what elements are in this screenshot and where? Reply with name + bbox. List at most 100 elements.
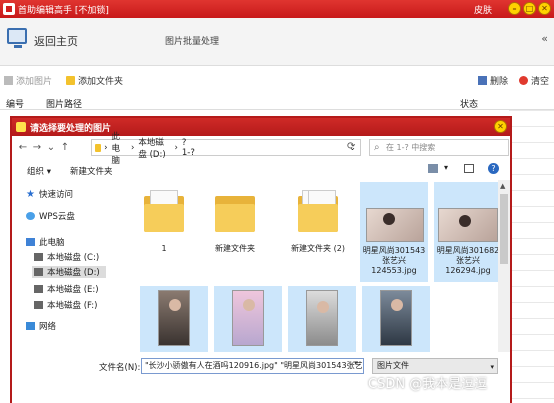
- delete-label: 删除: [490, 77, 509, 87]
- nav-label: 网络: [39, 322, 57, 332]
- file-list: 1 新建文件夹 新建文件夹 (2) 明星风尚301543张艺兴124553.jp…: [116, 180, 498, 352]
- search-input[interactable]: 在 1-? 中搜索: [369, 139, 509, 156]
- image-thumbnail: [366, 208, 424, 242]
- nav-this-pc[interactable]: 此电脑: [26, 236, 65, 248]
- clear-label: 清空: [531, 77, 550, 87]
- file-name: 新建文件夹: [215, 244, 255, 253]
- nav-label: WPS云盘: [39, 212, 75, 222]
- open-file-dialog: 请选择要处理的图片 ✕ ← → ⌄ ↑ › 此电脑 › 本地磁盘 (D:) › …: [10, 116, 512, 403]
- file-name: 新建文件夹 (2): [291, 244, 345, 253]
- close-button[interactable]: ✕: [538, 2, 551, 15]
- drive-icon: [34, 268, 43, 276]
- collapse-button[interactable]: «: [541, 32, 548, 45]
- organize-button[interactable]: 组织 ▾: [27, 165, 51, 177]
- list-grid: [509, 110, 554, 403]
- image-file-item[interactable]: 明星风尚301543张艺兴124553.jpg: [360, 182, 428, 282]
- dialog-icon: [16, 122, 26, 132]
- nav-label: 此电脑: [39, 238, 65, 248]
- preview-pane-icon[interactable]: [464, 164, 474, 173]
- nav-network[interactable]: 网络: [26, 320, 56, 332]
- breadcrumb-sep: ›: [174, 142, 178, 153]
- file-type-select[interactable]: 图片文件 ▾: [372, 358, 498, 374]
- folder-item[interactable]: 新建文件夹: [201, 184, 269, 260]
- new-folder-button[interactable]: 新建文件夹: [70, 165, 113, 177]
- app-title-bar: 首助编辑高手 [不加锁] 皮肤 – □ ✕: [0, 0, 554, 18]
- nav-drive-c[interactable]: 本地磁盘 (C:): [34, 251, 108, 263]
- col-path-header[interactable]: 图片路径: [46, 97, 82, 110]
- network-icon: [26, 322, 35, 330]
- col-status-header[interactable]: 状态: [460, 97, 478, 110]
- file-name: 明星风尚301682张艺兴126294.jpg: [436, 246, 498, 275]
- clear-icon: [519, 76, 528, 85]
- up-arrow-icon[interactable]: ↑: [58, 142, 72, 153]
- nav-drive-d[interactable]: 本地磁盘 (D:): [32, 266, 106, 278]
- forward-arrow-icon[interactable]: →: [30, 142, 44, 153]
- history-dropdown-icon[interactable]: ⌄: [44, 142, 58, 153]
- toolbar: 添加图片 添加文件夹 删除 清空: [0, 70, 554, 90]
- nav-label: 本地磁盘 (D:): [47, 268, 100, 278]
- nav-wps-cloud[interactable]: WPS云盘: [26, 210, 75, 222]
- view-dropdown-icon[interactable]: ▾: [444, 163, 448, 172]
- image-file-item[interactable]: [214, 286, 282, 352]
- clear-button[interactable]: 清空: [519, 74, 549, 87]
- drive-icon: [34, 301, 43, 309]
- folder-item[interactable]: 新建文件夹 (2): [284, 184, 352, 260]
- skin-button[interactable]: 皮肤: [474, 3, 492, 16]
- dialog-close-button[interactable]: ✕: [494, 120, 507, 133]
- image-thumbnail: [380, 290, 412, 346]
- image-file-item[interactable]: [140, 286, 208, 352]
- back-arrow-icon[interactable]: ←: [16, 142, 30, 153]
- maximize-button[interactable]: □: [523, 2, 536, 15]
- breadcrumb-sep: ›: [131, 142, 135, 153]
- add-folder-label: 添加文件夹: [78, 77, 124, 87]
- add-image-button[interactable]: 添加图片: [4, 74, 52, 87]
- folder-icon: [298, 190, 338, 232]
- vertical-scrollbar[interactable]: ▲: [498, 180, 510, 352]
- drive-icon: [34, 285, 43, 293]
- breadcrumb-folder[interactable]: ?1-?: [182, 138, 195, 158]
- nav-drive-f[interactable]: 本地磁盘 (F:): [34, 299, 97, 311]
- minimize-button[interactable]: –: [508, 2, 521, 15]
- command-row: 组织 ▾ 新建文件夹 ▾ ?: [12, 160, 510, 180]
- dialog-title: 请选择要处理的图片: [30, 123, 112, 134]
- computer-icon: [26, 238, 35, 246]
- image-file-item[interactable]: 明星风尚301682张艺兴126294.jpg: [434, 182, 498, 282]
- scrollbar-thumb[interactable]: [500, 194, 508, 264]
- monitor-icon[interactable]: [7, 28, 27, 48]
- address-bar[interactable]: › 此电脑 › 本地磁盘 (D:) › ?1-? ⌄: [91, 132, 361, 166]
- nav-drive-e[interactable]: 本地磁盘 (E:): [34, 283, 99, 295]
- section-title: 图片批量处理: [165, 37, 220, 47]
- folder-icon: [144, 190, 184, 232]
- star-icon: ★: [26, 188, 35, 200]
- image-thumbnail: [306, 290, 338, 346]
- help-icon[interactable]: ?: [488, 163, 499, 174]
- refresh-icon[interactable]: ⟳: [347, 141, 355, 152]
- add-folder-button[interactable]: 添加文件夹: [66, 74, 123, 87]
- view-mode-icon[interactable]: [428, 164, 438, 173]
- file-name: 1: [161, 244, 167, 253]
- folder-icon: [215, 190, 255, 232]
- filename-label: 文件名(N):: [99, 363, 141, 373]
- filename-dropdown-icon[interactable]: ▾: [354, 359, 358, 367]
- image-file-item[interactable]: [288, 286, 356, 352]
- folder-item[interactable]: 1: [130, 184, 198, 260]
- app-title: 首助编辑高手 [不加锁]: [18, 5, 109, 16]
- top-bar: 返回主页 图片批量处理 «: [0, 18, 554, 66]
- nav-quick-access[interactable]: ★ 快速访问: [26, 188, 73, 201]
- col-number-header[interactable]: 编号: [6, 97, 24, 110]
- back-home-button[interactable]: 返回主页: [34, 33, 78, 49]
- list-header: 编号 图片路径 状态: [0, 94, 554, 110]
- image-thumbnail: [232, 290, 264, 346]
- folder-add-icon: [66, 76, 75, 85]
- scroll-up-icon[interactable]: ▲: [500, 182, 505, 190]
- filename-input[interactable]: "长沙小骄傲有人在酒吗120916.jpg" "明星风尚301543张艺: [141, 358, 364, 374]
- cloud-icon: [26, 212, 35, 220]
- nav-label: 本地磁盘 (C:): [47, 253, 100, 263]
- nav-label: 本地磁盘 (F:): [47, 301, 98, 311]
- delete-button[interactable]: 删除: [478, 74, 508, 87]
- breadcrumb-drive-d[interactable]: 本地磁盘 (D:): [138, 136, 170, 160]
- folder-icon: [95, 143, 102, 152]
- file-name: 明星风尚301543张艺兴124553.jpg: [362, 246, 426, 275]
- image-file-item[interactable]: [362, 286, 430, 352]
- watermark: CSDN @我本是逗逗: [368, 377, 488, 392]
